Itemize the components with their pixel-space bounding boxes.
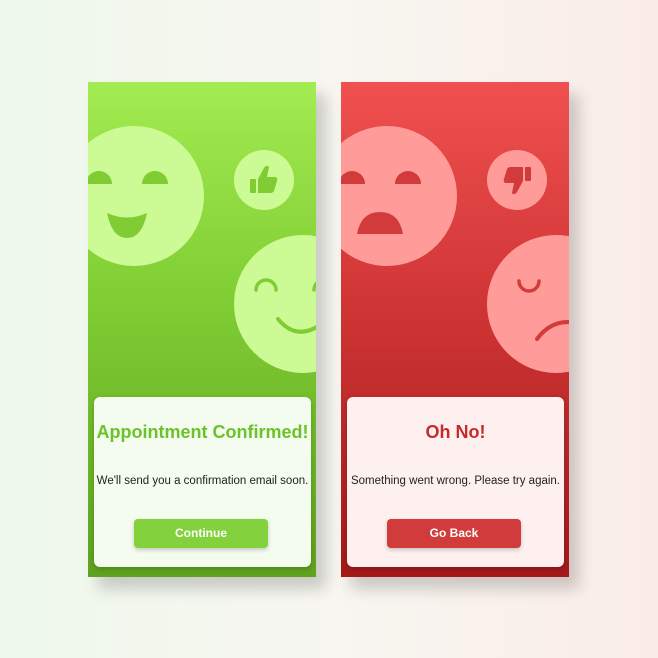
error-panel: Oh No! Something went wrong. Please try …	[341, 82, 569, 577]
shocked-face-icon	[341, 126, 457, 266]
confirmation-card: Appointment Confirmed! We'll send you a …	[94, 397, 311, 567]
thumbs-up-icon	[234, 150, 294, 210]
continue-button[interactable]: Continue	[134, 519, 268, 548]
error-message: Something went wrong. Please try again.	[350, 475, 561, 487]
thumbs-down-icon	[487, 150, 547, 210]
error-title: Oh No!	[425, 422, 486, 442]
laughing-face-icon	[88, 126, 204, 266]
smiling-face-icon	[234, 235, 316, 373]
go-back-button[interactable]: Go Back	[387, 519, 521, 548]
confirmation-title: Appointment Confirmed!	[96, 422, 309, 442]
success-panel: Appointment Confirmed! We'll send you a …	[88, 82, 316, 577]
error-card: Oh No! Something went wrong. Please try …	[347, 397, 564, 567]
confirmation-message: We'll send you a confirmation email soon…	[96, 475, 309, 487]
sad-face-icon	[487, 235, 569, 373]
